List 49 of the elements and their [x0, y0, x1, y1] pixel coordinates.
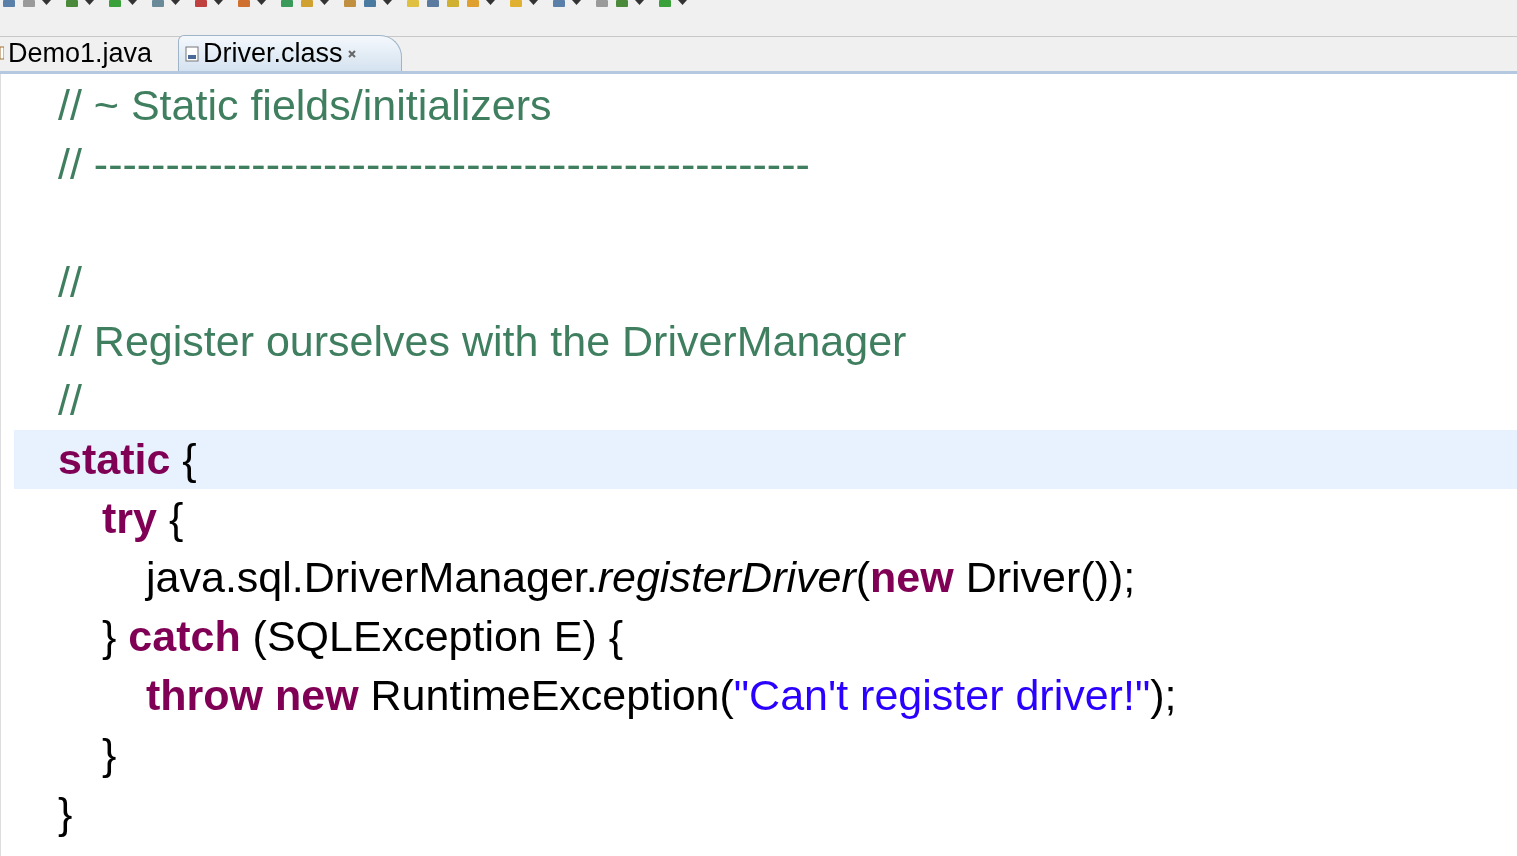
code-line: // ~ Static fields/initializers — [58, 84, 552, 127]
editor-tab[interactable]: Driver.class — [178, 35, 402, 71]
toolbar-icon[interactable] — [343, 0, 357, 8]
tab-label: Demo1.java — [8, 39, 153, 67]
dropdown-caret-icon[interactable] — [635, 0, 644, 6]
toolbar-icon[interactable] — [595, 0, 609, 8]
tab-label: Driver.class — [203, 40, 343, 67]
code-line: // Register ourselves with the DriverManager — [58, 320, 907, 363]
dropdown-caret-icon[interactable] — [214, 0, 223, 6]
toolbar-icon[interactable] — [194, 0, 208, 8]
dropdown-caret-icon[interactable] — [128, 0, 137, 6]
code-line: } catch (SQLException E) { — [102, 615, 624, 658]
dropdown-caret-icon[interactable] — [85, 0, 94, 6]
toolbar-icon[interactable] — [22, 0, 36, 8]
code-line: // -------------------------------------------------- — [58, 143, 810, 186]
class-file-icon — [185, 45, 200, 62]
toolbar-icon[interactable] — [658, 0, 672, 8]
toolbar-icon[interactable] — [363, 0, 377, 8]
code-line: throw new RuntimeException("Can't register driver!"); — [146, 674, 1177, 717]
dropdown-caret-icon[interactable] — [320, 0, 329, 6]
toolbar-icon[interactable] — [108, 0, 122, 8]
dropdown-caret-icon[interactable] — [529, 0, 538, 6]
editor-tab[interactable]: Demo1.java — [0, 35, 179, 71]
dropdown-caret-icon[interactable] — [383, 0, 392, 6]
code-line: static { — [58, 438, 197, 481]
code-editor[interactable] — [0, 74, 1517, 856]
dropdown-caret-icon[interactable] — [42, 0, 51, 6]
dropdown-caret-icon[interactable] — [572, 0, 581, 6]
code-line: java.sql.DriverManager.registerDriver(new Driver()); — [146, 556, 1136, 599]
dropdown-caret-icon[interactable] — [678, 0, 687, 6]
code-line: // — [58, 261, 82, 304]
code-line: } — [58, 792, 73, 835]
toolbar-icon[interactable] — [65, 0, 79, 8]
code-line: try { — [102, 497, 184, 540]
toolbar-icon[interactable] — [2, 0, 16, 8]
dropdown-caret-icon[interactable] — [257, 0, 266, 6]
toolbar-icon[interactable] — [426, 0, 440, 8]
code-line: } — [102, 733, 117, 776]
close-icon[interactable] — [346, 48, 357, 59]
toolbar-icon[interactable] — [300, 0, 314, 8]
toolbar-icon[interactable] — [466, 0, 480, 8]
toolbar-icon[interactable] — [151, 0, 165, 8]
code-line: // — [58, 379, 82, 422]
toolbar-icon[interactable] — [280, 0, 294, 8]
dropdown-caret-icon[interactable] — [486, 0, 495, 6]
dropdown-caret-icon[interactable] — [171, 0, 180, 6]
toolbar-icon[interactable] — [237, 0, 251, 8]
toolbar-icon[interactable] — [615, 0, 629, 8]
toolbar-icon[interactable] — [552, 0, 566, 8]
